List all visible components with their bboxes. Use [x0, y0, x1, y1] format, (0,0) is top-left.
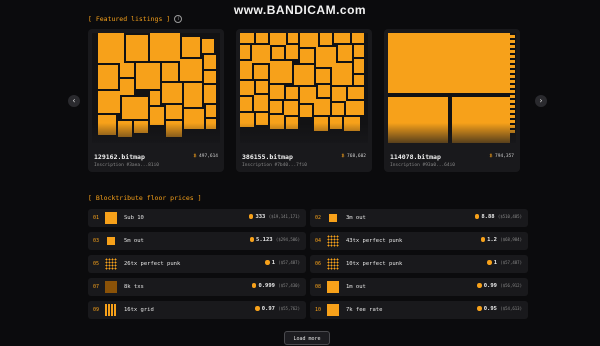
floor-price: 0.97 ($55,762)	[255, 306, 300, 312]
collection-thumbnail	[327, 281, 339, 293]
listing-price: ₿ 497,614	[194, 154, 218, 159]
listing-inscription: Inscription #93a0...64i0	[390, 163, 456, 168]
listing-name: 114078.bitmap	[390, 153, 441, 161]
row-rank: 07	[93, 284, 100, 290]
btc-coin-icon	[249, 237, 255, 242]
btc-coin-icon	[251, 283, 257, 288]
floor-row[interactable]: 02 3m out 8.88 ($510,485)	[310, 209, 528, 227]
listing-card[interactable]: 114078.bitmap ₿ 794,357 Inscription #93a…	[384, 29, 520, 172]
featured-listings-heading: [ Featured listings ] i	[88, 15, 183, 23]
btc-coin-icon	[477, 306, 482, 311]
listing-price: ₿ 794,357	[490, 154, 514, 159]
collection-name: 1m out	[346, 283, 366, 290]
collection-thumbnail	[105, 281, 117, 293]
floor-prices-title: [ Blocktribute floor prices ]	[88, 194, 202, 202]
floor-row[interactable]: 06 10tx perfect punk 1 ($57,487)	[310, 255, 528, 273]
floor-price: 333 ($19,141,171)	[248, 214, 300, 220]
btc-coin-icon	[248, 214, 254, 219]
floor-prices-heading: [ Blocktribute floor prices ]	[88, 194, 202, 202]
listing-card[interactable]: 386155.bitmap ₿ 768,602 Inscription #7b4…	[236, 29, 372, 172]
collection-name: 7k fee rate	[346, 306, 383, 313]
row-rank: 01	[93, 215, 100, 221]
featured-listings-title: [ Featured listings ]	[88, 15, 171, 23]
collection-name: Sub 10	[124, 214, 144, 221]
listing-card[interactable]: 129162.bitmap ₿ 497,614 Inscription #3ae…	[88, 29, 224, 172]
info-icon[interactable]: i	[174, 15, 183, 23]
carousel-next-button[interactable]: ›	[535, 95, 547, 107]
row-rank: 09	[93, 307, 100, 313]
btc-coin-icon	[480, 237, 486, 242]
listing-inscription: Inscription #7b40...7fi0	[242, 163, 308, 168]
floor-price: 0.99 ($56,912)	[477, 283, 522, 289]
floor-row[interactable]: 09 16tx grid 0.97 ($55,762)	[88, 301, 306, 319]
floor-row[interactable]: 07 8k txs 0.999 ($57,430)	[88, 278, 306, 296]
floor-price: 1.2 ($68,984)	[480, 237, 522, 243]
collection-thumbnail	[107, 237, 115, 245]
row-rank: 10	[315, 307, 322, 313]
collection-thumbnail	[327, 304, 339, 316]
floor-price: 5.123 ($294,506)	[249, 237, 300, 243]
row-rank: 08	[315, 284, 322, 290]
floor-row[interactable]: 08 1m out 0.99 ($56,912)	[310, 278, 528, 296]
floor-price: 0.95 ($54,613)	[477, 306, 522, 312]
listing-price-value: 794,357	[495, 154, 514, 159]
floor-price: 1 ($57,487)	[265, 260, 300, 266]
collection-name: 43tx perfect punk	[346, 237, 403, 244]
listing-inscription: Inscription #3aea...81i0	[94, 163, 160, 168]
collection-thumbnail	[329, 214, 337, 222]
listing-name: 386155.bitmap	[242, 153, 293, 161]
collection-thumbnail	[327, 235, 339, 247]
collection-name: 8k txs	[124, 283, 144, 290]
btc-coin-icon	[477, 283, 482, 288]
row-rank: 05	[93, 261, 100, 267]
load-more-button[interactable]: Load more	[284, 331, 330, 345]
floor-price: 8.88 ($510,485)	[474, 214, 522, 220]
btc-coin-icon	[265, 260, 270, 265]
floor-row[interactable]: 04 43tx perfect punk 1.2 ($68,984)	[310, 232, 528, 250]
collection-thumbnail	[105, 258, 117, 270]
listing-price-value: 768,602	[347, 154, 366, 159]
floor-row[interactable]: 10 7k fee rate 0.95 ($54,613)	[310, 301, 528, 319]
collection-name: 26tx perfect punk	[124, 260, 181, 267]
collection-name: 3m out	[346, 214, 366, 221]
btc-coin-icon	[255, 306, 260, 311]
floor-price: 0.999 ($57,430)	[251, 283, 300, 289]
collection-name: 10tx perfect punk	[346, 260, 403, 267]
row-rank: 02	[315, 215, 322, 221]
price-icon: ₿	[193, 154, 197, 159]
floor-row[interactable]: 03 5m out 5.123 ($294,506)	[88, 232, 306, 250]
listing-name: 129162.bitmap	[94, 153, 145, 161]
row-rank: 04	[315, 238, 322, 244]
row-rank: 06	[315, 261, 322, 267]
collection-thumbnail	[105, 212, 117, 224]
carousel-prev-button[interactable]: ‹	[68, 95, 80, 107]
collection-name: 16tx grid	[124, 306, 154, 313]
btc-coin-icon	[474, 214, 480, 219]
price-icon: ₿	[489, 154, 493, 159]
floor-row[interactable]: 05 26tx perfect punk 1 ($57,487)	[88, 255, 306, 273]
row-rank: 03	[93, 238, 100, 244]
listing-price-value: 497,614	[199, 154, 218, 159]
floor-row[interactable]: 01 Sub 10 333 ($19,141,171)	[88, 209, 306, 227]
collection-thumbnail	[327, 258, 339, 270]
listing-price: ₿ 768,602	[342, 154, 366, 159]
btc-coin-icon	[487, 260, 492, 265]
collection-thumbnail	[105, 304, 117, 316]
floor-price: 1 ($57,487)	[487, 260, 522, 266]
price-icon: ₿	[341, 154, 345, 159]
collection-name: 5m out	[124, 237, 144, 244]
